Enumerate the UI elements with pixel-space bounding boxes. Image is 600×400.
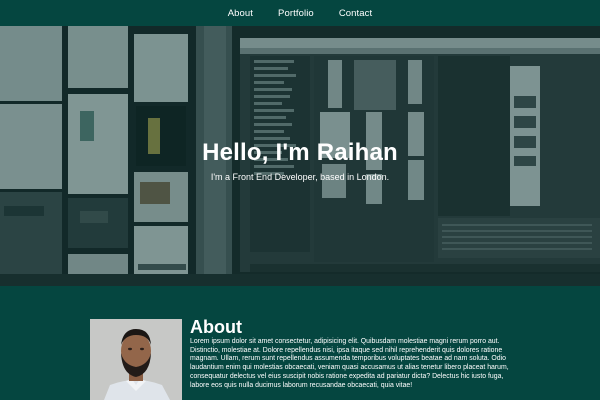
hero-title: Hello, I'm Raihan [202,139,398,166]
nav-link-portfolio[interactable]: Portfolio [278,8,314,19]
hero-subtitle: I'm a Front End Developer, based in Lond… [210,172,390,182]
hero-section: Hello, I'm Raihan I'm a Front End Develo… [0,26,600,286]
top-nav: About Portfolio Contact [0,0,600,26]
about-title: About [190,317,242,337]
nav-link-contact[interactable]: Contact [339,8,372,19]
profile-photo [90,319,182,400]
nav-link-about[interactable]: About [228,8,253,19]
about-text: Lorem ipsum dolor sit amet consectetur, … [190,338,509,389]
profile-photo-image [90,319,182,400]
about-section: About Lorem ipsum dolor sit amet consect… [0,286,600,400]
